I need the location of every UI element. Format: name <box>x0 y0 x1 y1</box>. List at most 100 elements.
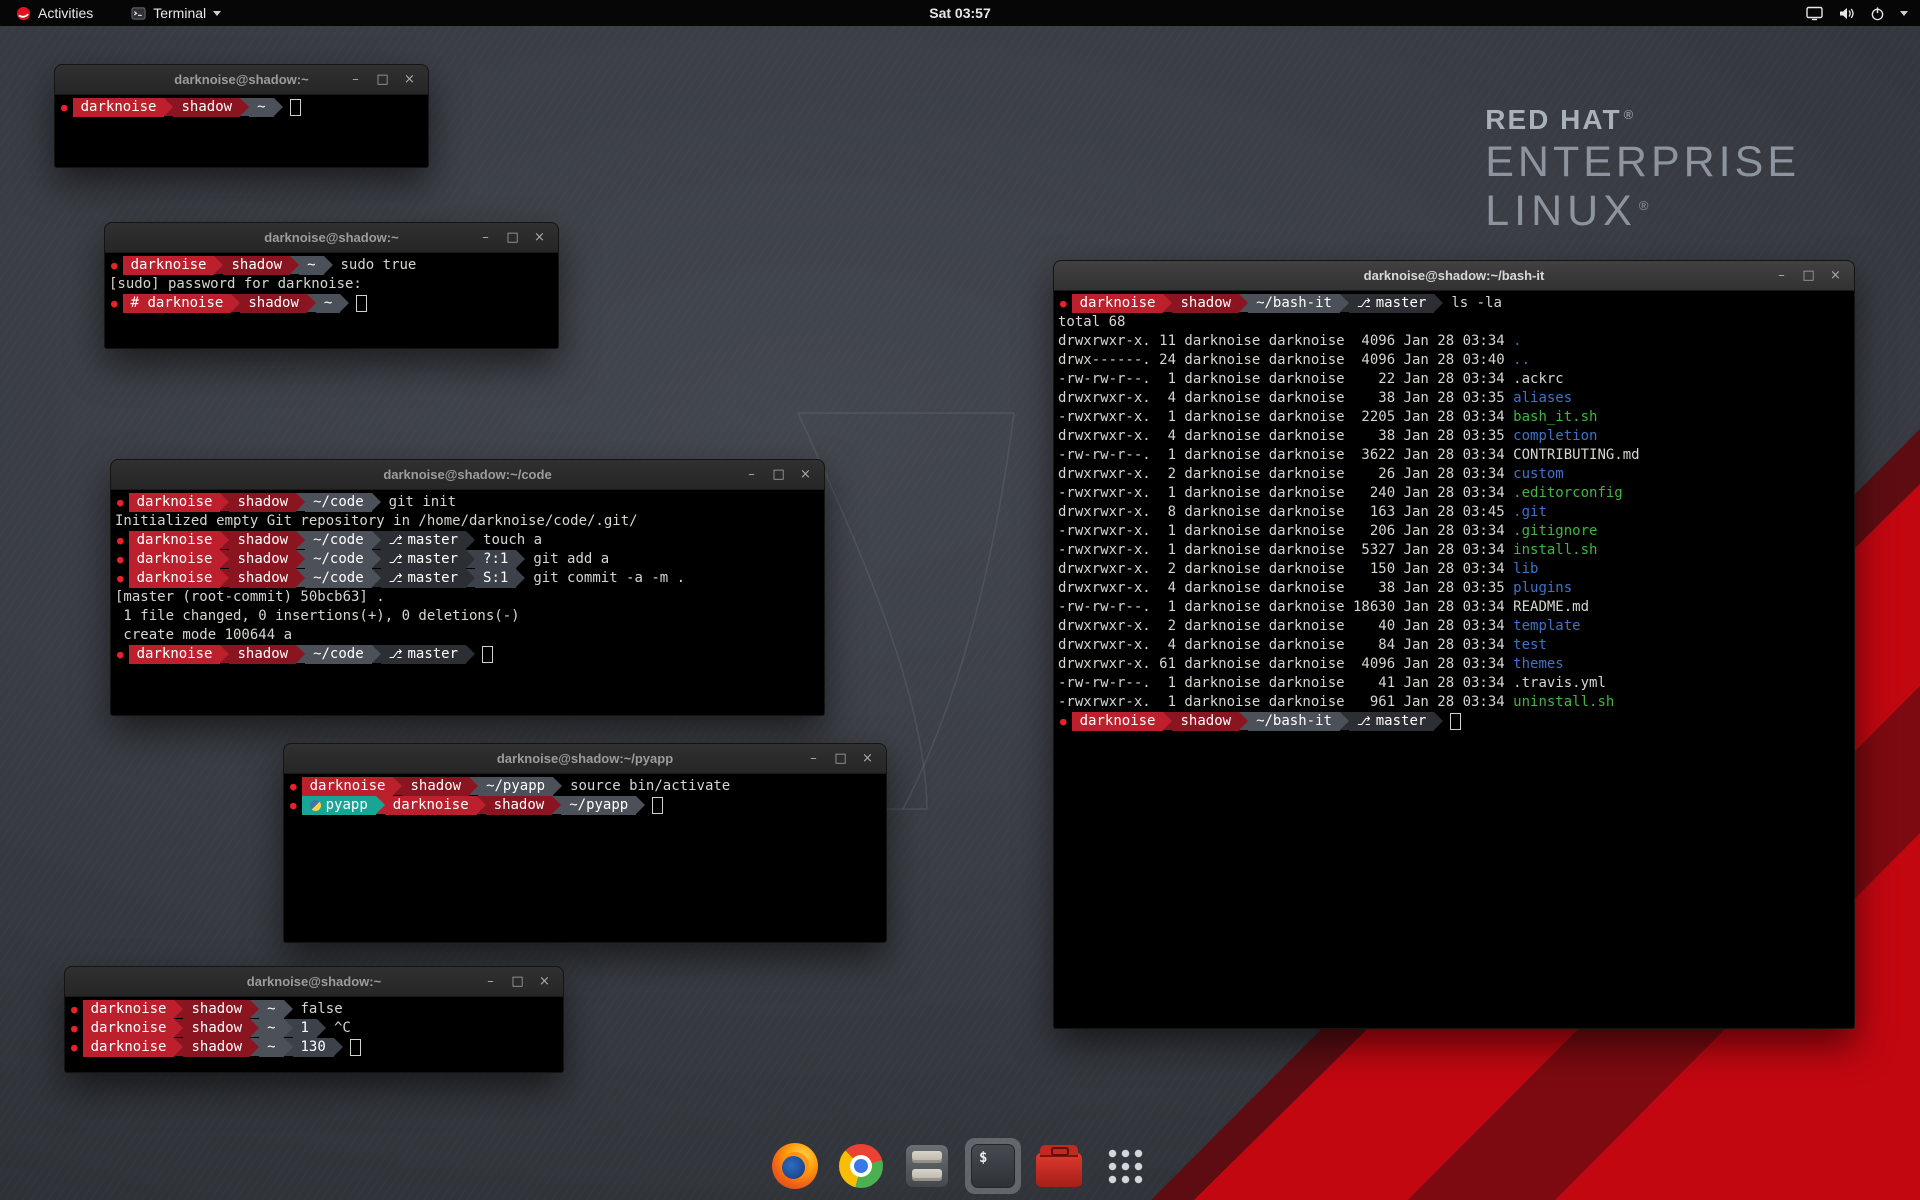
minimize-button[interactable]: – <box>348 72 363 87</box>
segment-text: master <box>407 569 458 588</box>
segment-text: darknoise <box>310 777 386 796</box>
terminal-line: ●darknoiseshadow~/code⎇master?:1git add … <box>115 550 820 569</box>
powerline-arrow <box>1239 294 1248 312</box>
dock-item-toolbox[interactable] <box>1031 1138 1087 1194</box>
ls-filename: . <box>1513 332 1521 351</box>
window-titlebar[interactable]: darknoise@shadow:~/code–□× <box>111 460 824 490</box>
topbar: Activities Terminal Sat 03:57 <box>0 0 1920 26</box>
maximize-button[interactable]: □ <box>375 72 390 87</box>
terminal-line: -rw-rw-r--. 1 darknoise darknoise 22 Jan… <box>1058 370 1850 389</box>
chrome-icon <box>839 1144 883 1188</box>
ls-filename: .travis.yml <box>1513 674 1606 693</box>
terminal-content[interactable]: ●darknoiseshadow~sudo true[sudo] passwor… <box>105 253 558 348</box>
prompt-segment-path: ~/bash-it <box>1248 712 1340 731</box>
ls-columns: drwxrwxr-x. 4 darknoise darknoise 84 Jan… <box>1058 636 1513 655</box>
dock-item-chrome[interactable] <box>833 1138 889 1194</box>
close-button[interactable]: × <box>1828 268 1843 283</box>
terminal-content[interactable]: ●darknoiseshadow~/codegit initInitialize… <box>111 490 824 715</box>
app-menu[interactable]: Terminal <box>125 0 227 26</box>
terminal-line: ●darknoiseshadow~/code⎇masterS:1git comm… <box>115 569 820 588</box>
ls-columns: drwxrwxr-x. 4 darknoise darknoise 38 Jan… <box>1058 579 1513 598</box>
terminal-line: ●darknoiseshadow~sudo true <box>109 256 554 275</box>
git-branch-icon: ⎇ <box>389 645 403 664</box>
close-button[interactable]: × <box>860 751 875 766</box>
dock-item-terminal[interactable]: $ <box>965 1138 1021 1194</box>
prompt-segment-host: shadow <box>229 645 296 664</box>
minimize-button[interactable]: – <box>744 467 759 482</box>
dock-item-appgrid[interactable] <box>1097 1138 1153 1194</box>
prompt-segment-git: ⎇master <box>1349 294 1434 313</box>
ls-filename: aliases <box>1513 389 1572 408</box>
ls-columns: -rw-rw-r--. 1 darknoise darknoise 3622 J… <box>1058 446 1513 465</box>
powerline-arrow <box>1239 712 1248 730</box>
window-titlebar[interactable]: darknoise@shadow:~–□× <box>65 967 563 997</box>
git-branch-icon: ⎇ <box>389 550 403 569</box>
minimize-button[interactable]: – <box>806 751 821 766</box>
powerline-arrow <box>290 256 299 274</box>
close-button[interactable]: × <box>537 974 552 989</box>
ls-filename: themes <box>1513 655 1564 674</box>
terminal-content[interactable]: ●darknoiseshadow~/bash-it⎇masterls -lato… <box>1054 291 1854 1028</box>
minimize-button[interactable]: – <box>478 230 493 245</box>
window-titlebar[interactable]: darknoise@shadow:~–□× <box>105 223 558 253</box>
prompt-segment-user: darknoise <box>129 569 221 588</box>
terminal-content[interactable]: ●darknoiseshadow~ <box>55 95 428 167</box>
prompt-segment-user: darknoise <box>385 796 477 815</box>
terminal-line: ●darknoiseshadow~/bash-it⎇masterls -la <box>1058 294 1850 313</box>
chevron-down-icon <box>213 11 221 16</box>
prompt-segment-venv: pyapp <box>302 796 376 815</box>
distro-icon: ● <box>288 796 302 815</box>
prompt-segment-path: ~ <box>259 1038 283 1057</box>
maximize-button[interactable]: □ <box>510 974 525 989</box>
ls-filename: lib <box>1513 560 1538 579</box>
powerline-arrow <box>516 550 525 568</box>
maximize-button[interactable]: □ <box>771 467 786 482</box>
terminal-line: ●darknoiseshadow~ <box>59 98 424 117</box>
maximize-button[interactable]: □ <box>505 230 520 245</box>
dock-item-files[interactable] <box>899 1138 955 1194</box>
terminal-line: -rw-rw-r--. 1 darknoise darknoise 41 Jan… <box>1058 674 1850 693</box>
segment-text: shadow <box>231 256 282 275</box>
appgrid-icon <box>1106 1147 1145 1186</box>
powerline-arrow <box>552 796 561 814</box>
distro-icon: ● <box>115 493 129 512</box>
window-titlebar[interactable]: darknoise@shadow:~/bash-it–□× <box>1054 261 1854 291</box>
close-button[interactable]: × <box>798 467 813 482</box>
maximize-button[interactable]: □ <box>1801 268 1816 283</box>
powerline-arrow <box>284 1038 293 1056</box>
terminal-line: ●darknoiseshadow~1^C <box>69 1019 559 1038</box>
minimize-button[interactable]: – <box>1774 268 1789 283</box>
activities-button[interactable]: Activities <box>10 0 99 26</box>
maximize-button[interactable]: □ <box>833 751 848 766</box>
powerline-arrow <box>372 569 381 587</box>
close-button[interactable]: × <box>402 72 417 87</box>
prompt-segment-path: ~/pyapp <box>561 796 636 815</box>
dock-item-firefox[interactable] <box>767 1138 823 1194</box>
terminal-line: -rwxrwxr-x. 1 darknoise darknoise 206 Ja… <box>1058 522 1850 541</box>
window-titlebar[interactable]: darknoise@shadow:~/pyapp–□× <box>284 744 886 774</box>
powerline-arrow <box>220 550 229 568</box>
close-button[interactable]: × <box>532 230 547 245</box>
minimize-button[interactable]: – <box>483 974 498 989</box>
terminal-line: ●# darknoiseshadow~ <box>109 294 554 313</box>
clock[interactable]: Sat 03:57 <box>0 5 1920 21</box>
segment-text: darknoise <box>137 550 213 569</box>
window-titlebar[interactable]: darknoise@shadow:~–□× <box>55 65 428 95</box>
distro-icon: ● <box>1058 712 1072 731</box>
powerline-arrow <box>372 493 381 511</box>
prompt-segment-host: shadow <box>183 1019 250 1038</box>
distro-icon: ● <box>115 569 129 588</box>
powerline-arrow <box>1434 712 1443 730</box>
terminal-cursor <box>1450 713 1461 730</box>
system-menu[interactable] <box>1806 0 1920 26</box>
desktop[interactable]: RED HAT® ENTERPRISE LINUX® darknoise@sha… <box>0 0 1920 1200</box>
segment-text: shadow <box>191 1038 242 1057</box>
window-buttons: –□ × <box>806 751 886 766</box>
powerline-arrow <box>317 1019 326 1037</box>
terminal-content[interactable]: ●darknoiseshadow~/pyappsource bin/activa… <box>284 774 886 942</box>
powerline-arrow <box>274 98 283 116</box>
powerline-arrow <box>296 645 305 663</box>
terminal-content[interactable]: ●darknoiseshadow~false●darknoiseshadow~1… <box>65 997 563 1072</box>
git-branch-icon: ⎇ <box>1357 294 1371 313</box>
volume-icon <box>1838 6 1855 21</box>
